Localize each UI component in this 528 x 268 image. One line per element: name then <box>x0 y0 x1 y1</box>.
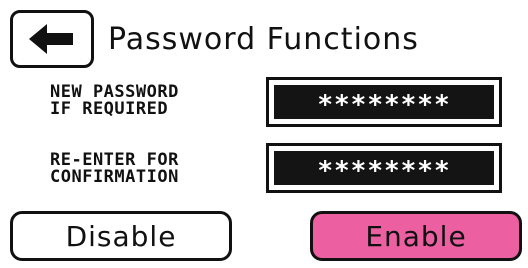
confirm-password-field[interactable]: ******** <box>266 143 502 193</box>
new-password-field[interactable]: ******** <box>266 77 502 127</box>
new-password-value: ******** <box>274 85 494 120</box>
enable-button[interactable]: Enable <box>310 211 522 261</box>
confirm-password-label-line2: CONFIRMATION <box>50 167 179 187</box>
confirm-password-value: ******** <box>274 151 494 186</box>
disable-button[interactable]: Disable <box>10 211 232 261</box>
new-password-label-line2: IF REQUIRED <box>50 99 169 119</box>
confirm-password-label: RE-ENTER FOR CONFIRMATION <box>50 152 179 186</box>
left-arrow-icon <box>29 23 75 55</box>
back-button[interactable] <box>10 10 94 68</box>
new-password-label: NEW PASSWORD IF REQUIRED <box>50 84 179 118</box>
page-title: Password Functions <box>108 22 419 57</box>
